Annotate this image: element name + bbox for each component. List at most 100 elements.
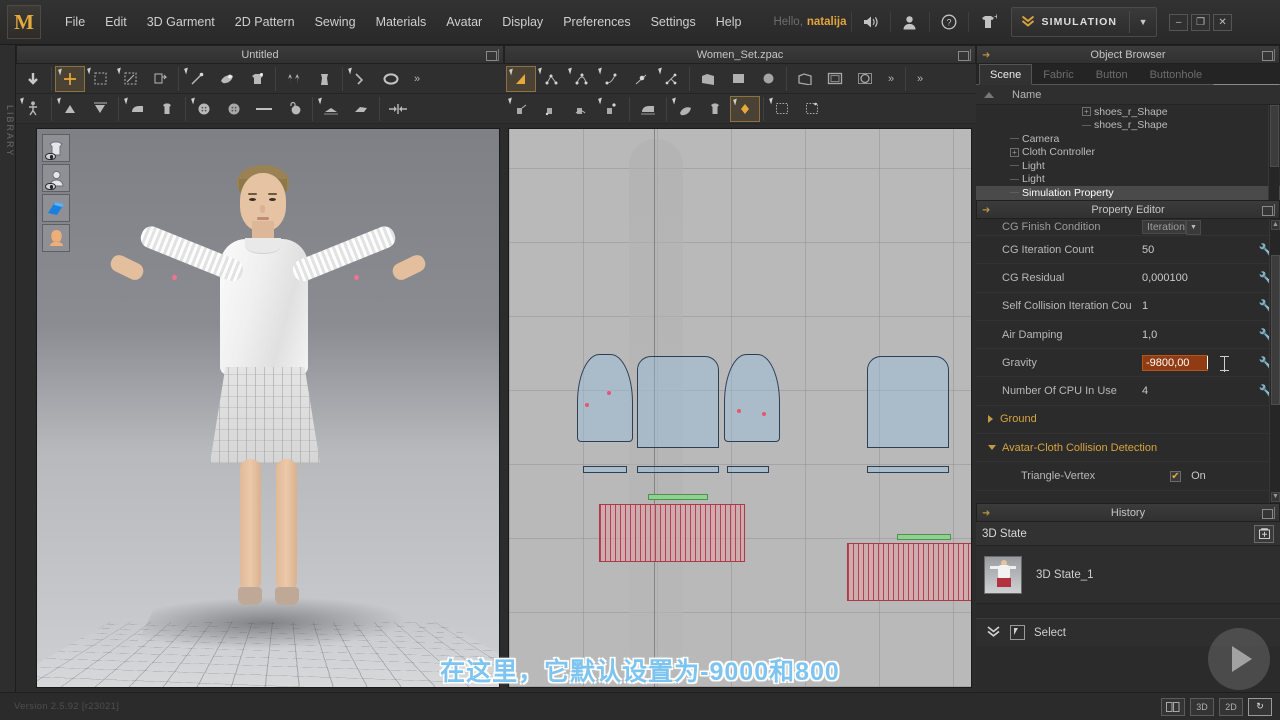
menu-file[interactable]: File	[55, 9, 95, 35]
tree-row[interactable]: Camera	[976, 132, 1280, 146]
tool-2d-split-icon[interactable]	[656, 66, 686, 92]
tool-transform-icon[interactable]	[55, 65, 85, 92]
menu-avatar[interactable]: Avatar	[436, 9, 492, 35]
cg-finish-condition-combo[interactable]: Iteration ▼	[1142, 219, 1201, 235]
tool-2d-add-point-icon[interactable]	[626, 66, 656, 92]
speaker-icon[interactable]	[856, 8, 886, 36]
double-chevron-down-icon[interactable]	[986, 625, 1001, 641]
tree-row[interactable]: + shoes_r_Shape	[976, 105, 1280, 119]
float-history-icon[interactable]	[1262, 507, 1275, 519]
select-pointer-icon[interactable]	[1010, 625, 1025, 640]
property-value[interactable]: 1	[1142, 300, 1252, 312]
property-editor-scrollbar[interactable]: ▲ ▼	[1269, 219, 1280, 503]
tool-brush-icon[interactable]	[212, 66, 242, 92]
property-row-air-damping[interactable]: Air Damping 1,0 🔧	[976, 321, 1280, 350]
pattern-bodice-back-hem[interactable]	[867, 466, 949, 473]
menu-3d-garment[interactable]: 3D Garment	[137, 9, 225, 35]
tool-2d-iron-icon[interactable]	[633, 96, 663, 122]
property-value[interactable]: ✔ On	[1170, 470, 1280, 483]
skin-head-icon[interactable]	[42, 224, 70, 252]
tool-2d-texture-icon[interactable]	[700, 96, 730, 122]
property-row-gravity[interactable]: Gravity -9800,00 🔧	[976, 349, 1280, 378]
scroll-down-arrow-icon[interactable]: ▼	[1271, 492, 1280, 502]
tshirt-eye-icon[interactable]	[42, 134, 70, 162]
tool-flatten-icon[interactable]	[55, 96, 85, 122]
property-editor-scroll-thumb[interactable]	[1271, 255, 1280, 405]
pattern-sleeve-left[interactable]	[577, 354, 633, 442]
view-3d-button[interactable]: 3D	[1190, 697, 1214, 716]
pattern-skirt-back[interactable]	[847, 543, 971, 601]
menu-preferences[interactable]: Preferences	[553, 9, 640, 35]
chevron-down-icon[interactable]	[988, 445, 996, 451]
scroll-up-arrow-icon[interactable]: ▲	[1271, 220, 1280, 230]
chevron-down-icon[interactable]: ▼	[1185, 219, 1201, 235]
tool-zipper-icon[interactable]	[249, 96, 279, 122]
tool-unfold-icon[interactable]	[145, 66, 175, 92]
tool-2d-trace-rect-icon[interactable]	[820, 66, 850, 92]
tool-fold-icon[interactable]	[346, 66, 376, 92]
menu-display[interactable]: Display	[492, 9, 553, 35]
pattern-sleeve-left-cuff[interactable]	[583, 466, 627, 473]
property-row-cg-iteration-count[interactable]: CG Iteration Count 50 🔧	[976, 236, 1280, 265]
tool-free-select-icon[interactable]	[115, 66, 145, 92]
property-value[interactable]: -9800,00	[1142, 354, 1252, 372]
tab-buttonhole[interactable]: Buttonhole	[1139, 64, 1214, 85]
tool-2d-fabric-brush-icon[interactable]	[670, 96, 700, 122]
property-row-self-collision-iteration-count[interactable]: Self Collision Iteration Cou 1 🔧	[976, 293, 1280, 321]
expand-node-icon[interactable]: +	[1082, 107, 1091, 117]
tab-fabric[interactable]: Fabric	[1032, 64, 1085, 85]
property-value[interactable]: 0,000100	[1142, 272, 1252, 284]
tool-2d-rectangle-icon[interactable]	[723, 66, 753, 92]
property-value[interactable]: 50	[1142, 244, 1252, 256]
tool-pin-icon[interactable]	[182, 66, 212, 92]
float-object-browser-icon[interactable]	[1262, 49, 1275, 61]
object-browser-tree[interactable]: + shoes_r_Shape shoes_r_Shape Camera + C…	[976, 105, 1280, 200]
add-state-icon[interactable]	[1254, 524, 1274, 543]
tool-box-select-icon[interactable]	[85, 66, 115, 92]
reset-view-button[interactable]: ↻	[1248, 697, 1272, 716]
close-button[interactable]: ✕	[1213, 13, 1233, 31]
mode-selector[interactable]: SIMULATION ▼	[1010, 7, 1158, 37]
property-value[interactable]: 1,0	[1142, 329, 1252, 341]
tool-2d-sew-curve-icon[interactable]	[566, 96, 596, 122]
tree-row[interactable]: + Cloth Controller	[976, 146, 1280, 160]
avatar-figure[interactable]	[107, 159, 429, 659]
tree-row[interactable]: shoes_r_Shape	[976, 119, 1280, 133]
tool-button-icon[interactable]	[189, 96, 219, 122]
tab-button[interactable]: Button	[1085, 64, 1139, 85]
view-2d-button[interactable]: 2D	[1219, 697, 1243, 716]
restore-button[interactable]: ❐	[1191, 13, 1211, 31]
menu-edit[interactable]: Edit	[95, 9, 137, 35]
property-editor-list[interactable]: CG Finish Condition Iteration ▼ CG Itera…	[976, 219, 1280, 503]
minimize-button[interactable]: –	[1169, 13, 1189, 31]
property-value[interactable]: 4	[1142, 385, 1252, 397]
history-thumbnail[interactable]	[984, 555, 1022, 594]
pattern-sleeve-right-cuff[interactable]	[727, 466, 769, 473]
pattern-waistband-back[interactable]	[897, 534, 951, 540]
chevron-right-icon[interactable]	[988, 415, 993, 424]
tool-2d-edit-pattern-icon[interactable]	[506, 65, 536, 92]
sort-ascending-icon[interactable]	[984, 91, 994, 98]
tree-row[interactable]: Light	[976, 173, 1280, 187]
tool-2d-mesh-select-icon[interactable]	[767, 96, 797, 122]
property-group-avatar-cloth-collision-detection[interactable]: Avatar-Cloth Collision Detection	[976, 434, 1280, 463]
tool-symmetry-icon[interactable]	[383, 96, 413, 122]
float-panel-2d-icon[interactable]	[958, 49, 971, 61]
tree-row-selected[interactable]: Simulation Property	[976, 186, 1280, 200]
tool-buttonhole-icon[interactable]	[219, 96, 249, 122]
tool-2d-edit-sew-icon[interactable]	[596, 96, 626, 122]
menu-sewing[interactable]: Sewing	[305, 9, 366, 35]
tool-fabric-plane-icon[interactable]	[316, 96, 346, 122]
pattern-sleeve-right[interactable]	[724, 354, 780, 442]
tool-arrange-up-icon[interactable]	[279, 66, 309, 92]
tool-iron-icon[interactable]	[122, 96, 152, 122]
tool-tshirt-texture-icon[interactable]	[152, 96, 182, 122]
pattern-bodice-front-hem[interactable]	[637, 466, 719, 473]
menu-help[interactable]: Help	[706, 9, 752, 35]
tool-2d-curve-icon[interactable]	[566, 66, 596, 92]
tool-2d-trace-polygon-icon[interactable]	[790, 66, 820, 92]
expand-node-icon[interactable]: +	[1010, 147, 1019, 157]
viewport-3d[interactable]	[36, 128, 500, 688]
property-row-number-of-cpu-in-use[interactable]: Number Of CPU In Use 4 🔧	[976, 377, 1280, 406]
pattern-bodice-back[interactable]	[867, 356, 949, 448]
